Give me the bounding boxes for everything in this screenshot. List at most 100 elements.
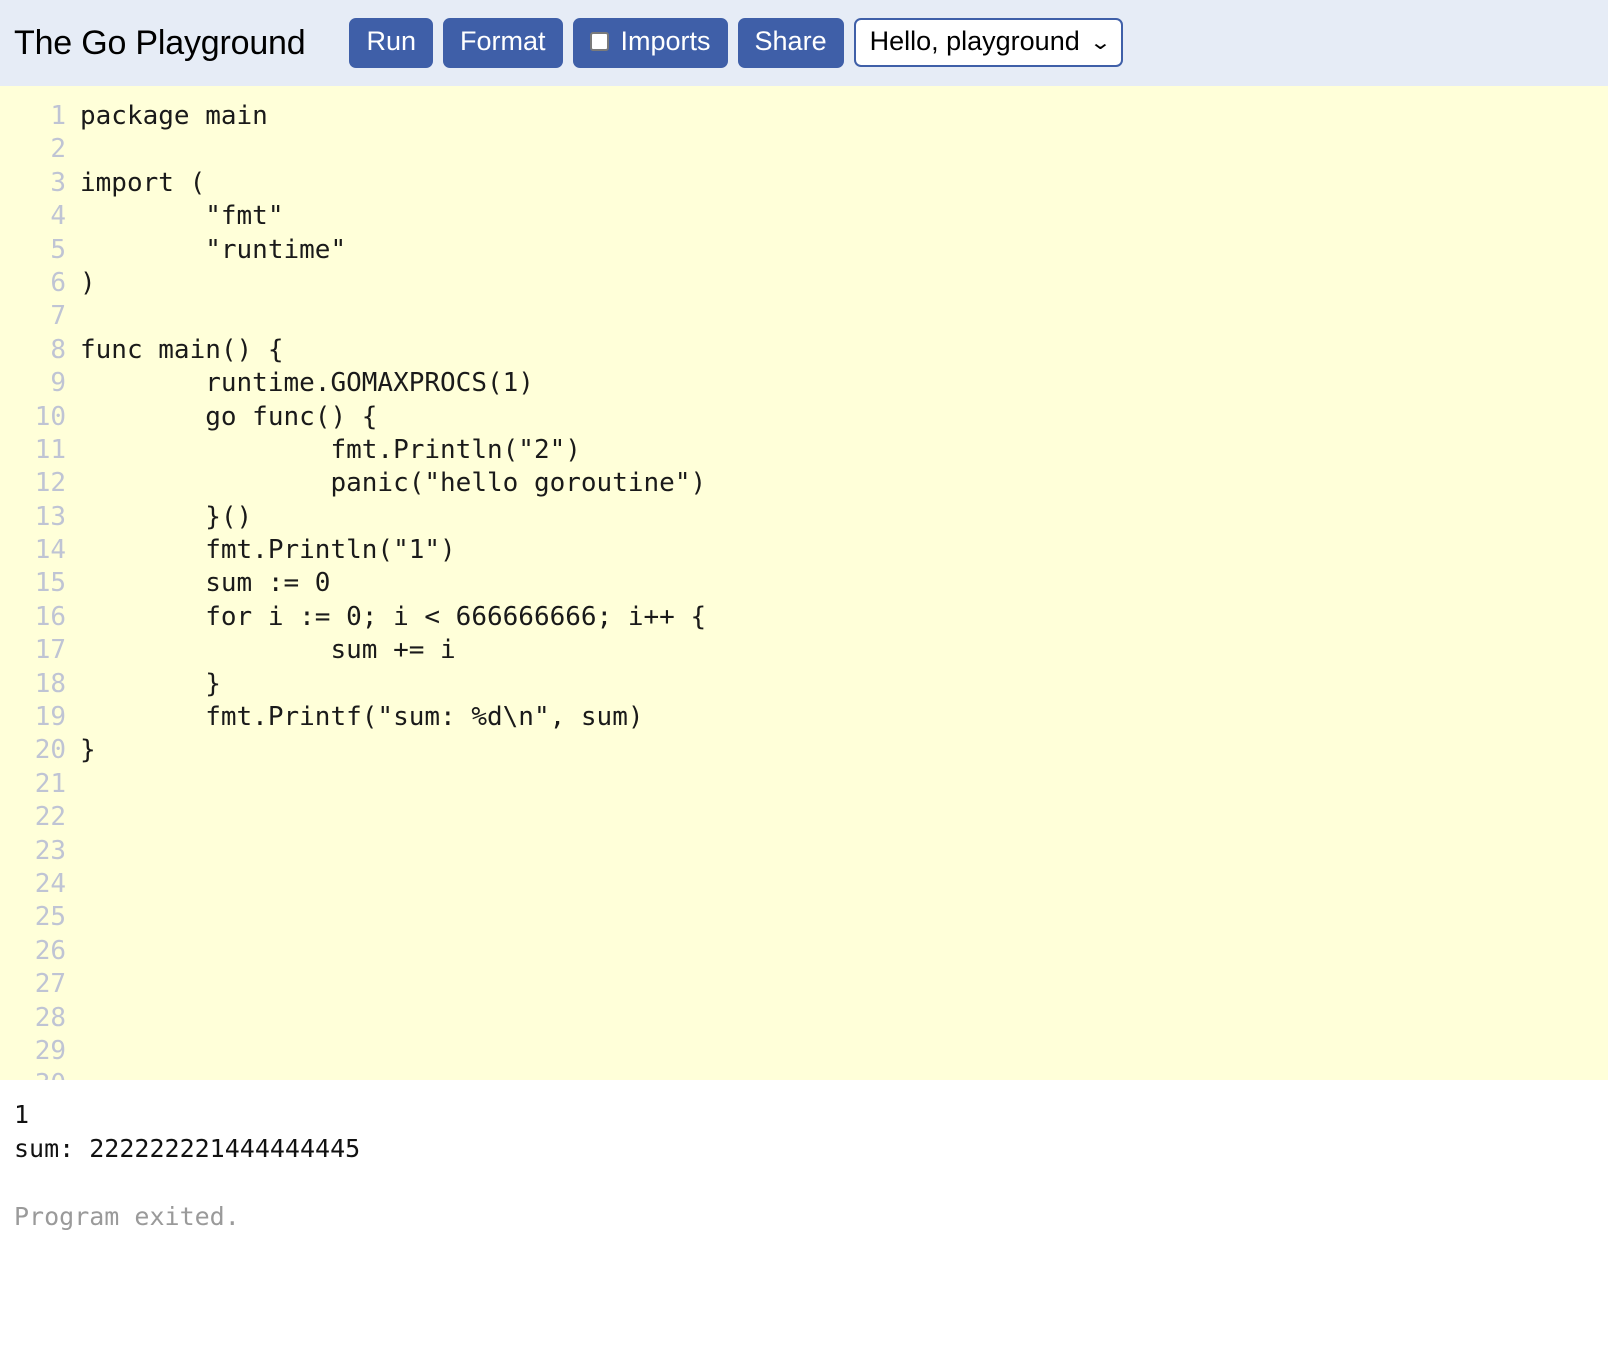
line-code: sum += i [80,635,456,666]
code-line[interactable]: 23 [0,835,1608,868]
example-select-value: Hello, playground [869,26,1080,57]
line-code: } [80,668,221,699]
line-code: } [80,735,96,766]
code-line[interactable]: 16 for i := 0; i < 666666666; i++ { [0,601,1608,634]
line-code: func main() { [80,334,284,365]
line-code: import ( [80,167,206,198]
share-button-label: Share [754,26,827,57]
code-line[interactable]: 10 go func() { [0,401,1608,434]
output-status-message: Program exited. [14,1202,240,1231]
line-number: 7 [50,301,66,332]
code-line[interactable]: 19 fmt.Printf("sum: %d\n", sum) [0,701,1608,734]
line-number: 16 [34,601,66,632]
code-line[interactable]: 2 [0,133,1608,166]
line-number: 21 [34,768,66,799]
code-line[interactable]: 30 [0,1068,1608,1080]
code-line[interactable]: 25 [0,901,1608,934]
line-number: 17 [34,635,66,666]
code-line[interactable]: 15 sum := 0 [0,567,1608,600]
share-button[interactable]: Share [737,18,844,68]
line-number: 26 [34,935,66,966]
code-line[interactable]: 7 [0,300,1608,333]
imports-checkbox-icon[interactable] [589,32,609,52]
output-line: 1 [14,1100,30,1129]
line-number: 5 [50,234,66,265]
line-number: 8 [50,334,66,365]
toolbar-header: The Go Playground Run Format Imports Sha… [0,0,1608,86]
run-button[interactable]: Run [349,18,433,68]
line-number: 10 [34,401,66,432]
format-button[interactable]: Format [442,18,563,68]
line-number: 18 [34,668,66,699]
line-code: for i := 0; i < 666666666; i++ { [80,601,707,632]
line-number: 22 [34,802,66,833]
line-number: 3 [50,167,66,198]
line-code: fmt.Println("2") [80,434,581,465]
code-line[interactable]: 8 func main() { [0,334,1608,367]
code-line[interactable]: 17 sum += i [0,634,1608,667]
line-number: 19 [34,702,66,733]
code-line[interactable]: 24 [0,868,1608,901]
toolbar: Run Format Imports Share Hello, playgrou… [349,18,1123,68]
program-output: 1 sum: 222222221444444445 [14,1098,1594,1166]
line-code: fmt.Println("1") [80,535,456,566]
output-panel: 1 sum: 222222221444444445 Program exited. [0,1080,1608,1356]
line-number: 14 [34,535,66,566]
code-line[interactable]: 9 runtime.GOMAXPROCS(1) [0,367,1608,400]
code-line[interactable]: 3 import ( [0,167,1608,200]
line-number: 27 [34,969,66,1000]
line-number: 15 [34,568,66,599]
line-number: 25 [34,902,66,933]
run-button-label: Run [366,26,416,57]
line-number: 1 [50,101,66,131]
code-line[interactable]: 28 [0,1002,1608,1035]
line-number: 6 [50,267,66,298]
code-line[interactable]: 13 }() [0,501,1608,534]
code-line[interactable]: 22 [0,801,1608,834]
line-number: 23 [34,835,66,866]
line-code: ) [80,267,96,298]
line-number: 12 [34,468,66,499]
code-editor[interactable]: 1 package main 2 3 import (4 "fmt" 5 "runtime… [0,86,1608,1080]
line-code: sum := 0 [80,568,331,599]
line-number: 24 [34,868,66,899]
go-playground-app: The Go Playground Run Format Imports Sha… [0,0,1608,1356]
line-code: fmt.Printf("sum: %d\n", sum) [80,702,644,733]
line-code: runtime.GOMAXPROCS(1) [80,368,534,399]
line-code: "runtime" [80,234,347,265]
code-line[interactable]: 1 package main [0,100,1608,133]
line-number: 9 [50,368,66,399]
line-code: package main [80,101,268,131]
line-number: 13 [34,501,66,532]
code-line[interactable]: 4 "fmt" [0,200,1608,233]
line-code: "fmt" [80,201,284,232]
line-number: 29 [34,1035,66,1066]
code-line[interactable]: 11 fmt.Println("2") [0,434,1608,467]
example-select[interactable]: Hello, playground ⌄ [853,18,1123,68]
code-line[interactable]: 5 "runtime" [0,234,1608,267]
code-line[interactable]: 20} [0,734,1608,767]
code-line[interactable]: 14 fmt.Println("1") [0,534,1608,567]
line-number: 30 [0,1068,74,1080]
line-number: 20 [34,735,66,766]
code-line[interactable]: 6) [0,267,1608,300]
code-line[interactable]: 27 [0,968,1608,1001]
line-code: }() [80,501,253,532]
page-title: The Go Playground [14,23,306,62]
code-lines[interactable]: 1 package main 2 3 import (4 "fmt" 5 "runtime… [0,86,1608,1080]
code-line[interactable]: 21 [0,768,1608,801]
format-button-label: Format [459,26,546,57]
imports-button-label: Imports [620,26,711,57]
code-line[interactable]: 18 } [0,668,1608,701]
line-code: panic("hello goroutine") [80,468,707,499]
line-number: 4 [50,201,66,232]
line-number: 11 [34,434,66,465]
chevron-down-icon: ⌄ [1088,31,1112,54]
line-number: 2 [50,134,66,165]
imports-toggle-button[interactable]: Imports [572,18,728,68]
line-code: go func() { [80,401,378,432]
code-line[interactable]: 29 [0,1035,1608,1068]
code-line[interactable]: 12 panic("hello goroutine") [0,467,1608,500]
code-line[interactable]: 26 [0,935,1608,968]
output-line: sum: 222222221444444445 [14,1134,361,1163]
